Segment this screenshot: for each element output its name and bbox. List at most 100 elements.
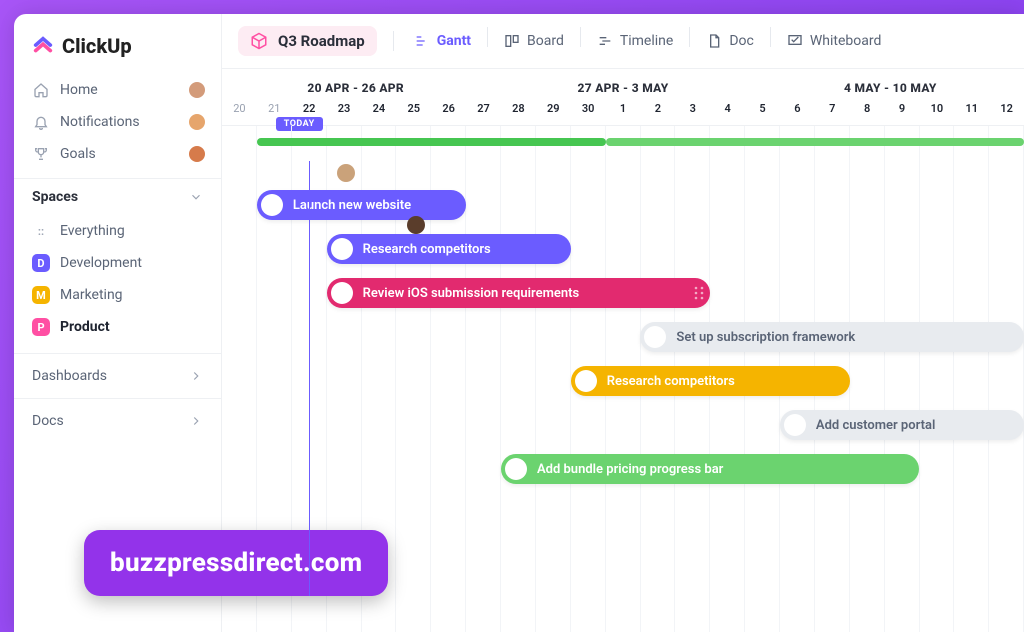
- logo[interactable]: ClickUp: [14, 14, 221, 74]
- task-row: Research competitors: [222, 234, 1024, 278]
- task-bar[interactable]: Add bundle pricing progress bar: [501, 454, 919, 484]
- nav-label: Home: [60, 82, 98, 98]
- week-label: 27 APR - 3 MAY: [489, 69, 756, 99]
- day-cell[interactable]: 1: [606, 99, 641, 125]
- divider: [487, 27, 488, 47]
- day-cell[interactable]: 7: [815, 99, 850, 125]
- task-status-dot-icon: [331, 238, 353, 260]
- assignee-avatar[interactable]: [407, 216, 425, 234]
- chevron-right-icon: [189, 369, 203, 383]
- task-bar[interactable]: Research competitors: [571, 366, 850, 396]
- task-row: Add customer portal: [222, 410, 1024, 454]
- whiteboard-view-icon: [787, 33, 803, 49]
- space-marketing[interactable]: MMarketing: [24, 279, 211, 311]
- clickup-logo-icon: [32, 35, 54, 57]
- gantt-rows: Launch new website Research competitors Re…: [222, 126, 1024, 498]
- day-cell[interactable]: 10: [920, 99, 955, 125]
- nav-goals[interactable]: Goals: [24, 138, 211, 170]
- home-icon: [32, 81, 50, 99]
- view-tab-gantt[interactable]: Gantt: [402, 27, 483, 55]
- avatar: [189, 82, 205, 98]
- divider: [770, 27, 771, 47]
- task-bar[interactable]: Launch new website: [257, 190, 466, 220]
- bell-icon: [32, 113, 50, 131]
- nav-label: Goals: [60, 146, 96, 162]
- view-tab-board[interactable]: Board: [492, 27, 576, 55]
- day-cell[interactable]: 11: [954, 99, 989, 125]
- timeline-header: 20 APR - 26 APR27 APR - 3 MAY4 MAY - 10 …: [222, 69, 1024, 126]
- space-everything[interactable]: ::Everything: [24, 215, 211, 247]
- day-cell[interactable]: 30: [571, 99, 606, 125]
- day-cell[interactable]: 12: [989, 99, 1024, 125]
- day-cell[interactable]: 26: [431, 99, 466, 125]
- day-cell[interactable]: 20: [222, 99, 257, 125]
- task-status-dot-icon: [784, 414, 806, 436]
- board-view-icon: [504, 33, 520, 49]
- task-status-dot-icon: [261, 194, 283, 216]
- toolbar: Q3 Roadmap Gantt Board Timeline Doc Whiteboa…: [222, 14, 1024, 69]
- divider: [393, 31, 394, 51]
- day-cell[interactable]: 4: [710, 99, 745, 125]
- assignee-avatar[interactable]: [337, 164, 355, 182]
- day-cell[interactable]: 29: [536, 99, 571, 125]
- view-label: Gantt: [437, 33, 471, 49]
- dashboards-link[interactable]: Dashboards: [14, 353, 221, 398]
- task-row: Review iOS submission requirements: [222, 278, 1024, 322]
- day-cell[interactable]: 8: [850, 99, 885, 125]
- day-cell[interactable]: 22TODAY: [292, 99, 327, 125]
- view-label: Board: [527, 33, 564, 49]
- divider: [689, 27, 690, 47]
- avatar: [189, 114, 205, 130]
- day-cell[interactable]: 23: [327, 99, 362, 125]
- day-cell[interactable]: 2: [641, 99, 676, 125]
- view-tab-timeline[interactable]: Timeline: [585, 27, 685, 55]
- view-tab-doc[interactable]: Doc: [694, 27, 766, 55]
- view-label: Doc: [729, 33, 754, 49]
- overview-row: [222, 134, 1024, 150]
- space-label: Development: [60, 255, 142, 271]
- drag-grip-icon[interactable]: [694, 286, 704, 300]
- chevron-right-icon: [189, 414, 203, 428]
- task-bar[interactable]: Set up subscription framework: [640, 322, 1024, 352]
- watermark-badge: buzzpressdirect.com: [84, 530, 388, 596]
- page-title-chip[interactable]: Q3 Roadmap: [238, 26, 377, 56]
- day-cell[interactable]: 25: [396, 99, 431, 125]
- gantt-view-icon: [414, 33, 430, 49]
- nav-notifications[interactable]: Notifications: [24, 106, 211, 138]
- docs-link[interactable]: Docs: [14, 398, 221, 443]
- nav-label: Notifications: [60, 114, 140, 130]
- day-cell[interactable]: 9: [885, 99, 920, 125]
- space-badge-icon: D: [32, 254, 50, 272]
- day-cell[interactable]: 6: [780, 99, 815, 125]
- day-cell[interactable]: 3: [675, 99, 710, 125]
- task-row: Add bundle pricing progress bar: [222, 454, 1024, 498]
- day-cell[interactable]: 27: [466, 99, 501, 125]
- week-label: 4 MAY - 10 MAY: [757, 69, 1024, 99]
- task-bar[interactable]: Review iOS submission requirements: [327, 278, 711, 308]
- space-development[interactable]: D Development: [24, 247, 211, 279]
- spaces-header[interactable]: Spaces: [14, 178, 221, 213]
- week-label: 20 APR - 26 APR: [222, 69, 489, 99]
- task-label: Research competitors: [363, 242, 491, 257]
- chevron-down-icon: [189, 190, 203, 204]
- overview-segment: [257, 138, 606, 146]
- timeline-view-icon: [597, 33, 613, 49]
- day-cell[interactable]: 5: [745, 99, 780, 125]
- divider: [580, 27, 581, 47]
- today-line: [309, 161, 310, 596]
- overview-segment: [606, 138, 1024, 146]
- task-label: Review iOS submission requirements: [363, 286, 580, 301]
- task-label: Set up subscription framework: [676, 330, 855, 345]
- day-cell[interactable]: 28: [501, 99, 536, 125]
- space-label: Marketing: [60, 287, 123, 303]
- task-label: Add customer portal: [816, 418, 935, 433]
- doc-view-icon: [706, 33, 722, 49]
- avatar: [189, 146, 205, 162]
- day-cell[interactable]: 24: [362, 99, 397, 125]
- view-tab-whiteboard[interactable]: Whiteboard: [775, 27, 894, 55]
- space-product[interactable]: PProduct: [24, 311, 211, 343]
- space-list: ::EverythingD DevelopmentMMarketingPProdu…: [14, 213, 221, 353]
- task-bar[interactable]: Add customer portal: [780, 410, 1024, 440]
- task-bar[interactable]: Research competitors: [327, 234, 571, 264]
- nav-home[interactable]: Home: [24, 74, 211, 106]
